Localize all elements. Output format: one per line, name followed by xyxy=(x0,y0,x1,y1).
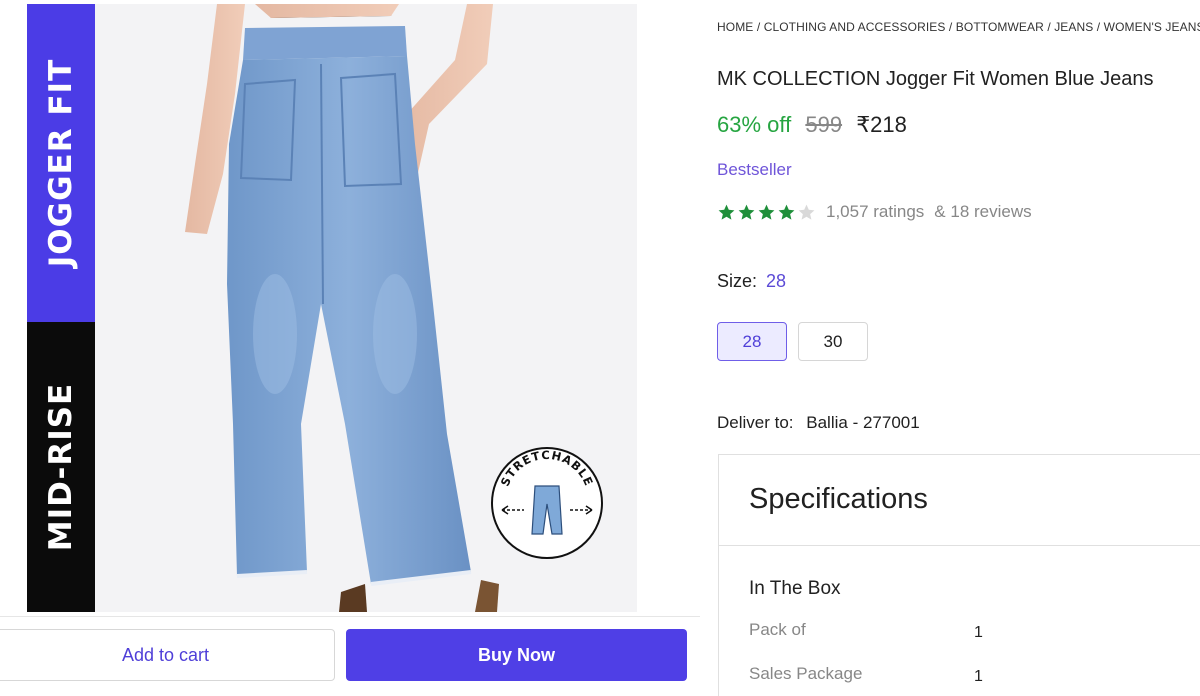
size-option-30[interactable]: 30 xyxy=(798,322,868,361)
spec-value: 1 xyxy=(974,668,983,685)
band-bottom-text: MID-RISE xyxy=(43,382,79,552)
add-to-cart-button[interactable]: Add to cart xyxy=(0,629,335,681)
size-label-row: Size: 28 xyxy=(717,271,786,292)
delivery-row[interactable]: Deliver to: Ballia - 277001 xyxy=(717,413,920,433)
ratings-count: 1,057 ratings xyxy=(826,202,925,221)
spec-section-title: In The Box xyxy=(749,578,841,599)
star-filled-icon xyxy=(778,204,795,220)
selling-price: ₹218 xyxy=(856,112,907,137)
spec-key: Sales Package xyxy=(749,664,863,683)
breadcrumb[interactable]: HOME / CLOTHING AND ACCESSORIES / BOTTOM… xyxy=(717,20,1200,34)
stretchable-icon: STRETCHABLE xyxy=(491,447,603,559)
specifications-title: Specifications xyxy=(749,483,928,515)
deliver-to-label: Deliver to: xyxy=(717,413,794,432)
stretchable-badge: STRETCHABLE xyxy=(488,444,606,562)
purchase-action-bar: Add to cart Buy Now xyxy=(0,616,700,696)
price-row: 63% off 599 ₹218 xyxy=(717,112,907,138)
band-top-text: JOGGER FIT xyxy=(43,58,80,268)
discount-percent: 63% off xyxy=(717,112,792,137)
spec-value: 1 xyxy=(974,624,983,641)
reviews-count: & 18 reviews xyxy=(934,202,1032,221)
star-filled-icon xyxy=(758,204,775,220)
product-image-panel: JOGGER FIT MID-RISE STRETCHABLE Add to c… xyxy=(0,0,700,696)
star-filled-icon xyxy=(718,204,735,220)
rating-stars xyxy=(717,203,816,222)
product-image[interactable]: JOGGER FIT MID-RISE STRETCHABLE xyxy=(27,4,637,612)
product-title: MK COLLECTION Jogger Fit Women Blue Jean… xyxy=(717,68,1154,90)
spec-key: Pack of xyxy=(749,620,806,639)
specifications-card: Specifications In The Box Pack of 1 Sale… xyxy=(718,454,1200,696)
size-options: 28 30 xyxy=(717,322,868,361)
buy-now-button[interactable]: Buy Now xyxy=(346,629,687,681)
original-price: 599 xyxy=(805,112,843,137)
size-label: Size: xyxy=(717,271,758,291)
size-option-28[interactable]: 28 xyxy=(717,322,787,361)
rating-row[interactable]: 1,057 ratings & 18 reviews xyxy=(717,202,1032,222)
star-filled-icon xyxy=(738,204,755,220)
star-empty-icon xyxy=(798,204,815,220)
mid-rise-band: MID-RISE xyxy=(27,322,95,612)
selected-size-value: 28 xyxy=(766,271,787,291)
delivery-location: Ballia - 277001 xyxy=(806,413,920,432)
bestseller-badge: Bestseller xyxy=(717,160,792,179)
jogger-fit-band: JOGGER FIT xyxy=(27,4,95,322)
product-details: HOME / CLOTHING AND ACCESSORIES / BOTTOM… xyxy=(717,0,1200,696)
